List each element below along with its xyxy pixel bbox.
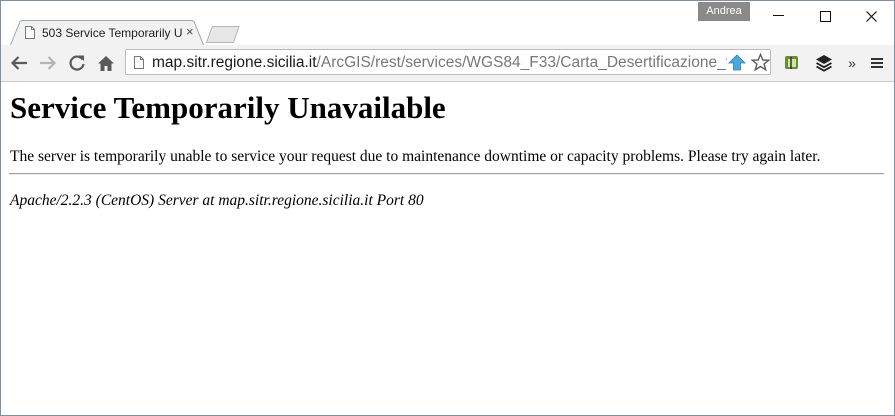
page-content: Service Temporarily Unavailable The serv… (1, 82, 894, 415)
server-signature: Apache/2.2.3 (CentOS) Server at map.sitr… (10, 192, 424, 209)
browser-window: 503 Service Temporarily U × Andrea map.s… (0, 0, 895, 416)
page-heading: Service Temporarily Unavailable (10, 90, 446, 125)
upload-arrow-icon[interactable] (728, 54, 746, 71)
reload-icon (69, 55, 85, 71)
home-icon (98, 55, 114, 71)
back-arrow-icon (10, 56, 27, 70)
page-icon (134, 56, 144, 69)
close-icon (865, 10, 877, 22)
profile-button[interactable]: Andrea (698, 2, 750, 21)
maximize-icon (819, 10, 831, 22)
url-path: /ArcGIS/rest/services/WGS84_F33/Carta_De… (316, 54, 727, 71)
minimize-icon (772, 15, 784, 16)
tab-close-button[interactable]: × (186, 24, 194, 39)
error-message: The server is temporarily unable to serv… (10, 148, 821, 165)
layers-icon (816, 55, 832, 72)
page-icon (25, 26, 35, 39)
home-button[interactable] (96, 53, 116, 73)
menu-icon (871, 58, 883, 68)
forward-arrow-icon (40, 56, 57, 70)
minimize-button[interactable] (758, 5, 798, 27)
chrome-menu-button[interactable] (867, 53, 887, 73)
new-tab-button[interactable] (206, 26, 240, 43)
back-button[interactable] (9, 53, 29, 73)
url-host: map.sitr.regione.sicilia.it (152, 54, 317, 71)
star-icon[interactable] (751, 53, 770, 72)
url-text[interactable]: map.sitr.regione.sicilia.it/ArcGIS/rest/… (152, 54, 727, 72)
close-window-button[interactable] (851, 5, 891, 27)
extensions-overflow-button[interactable]: » (842, 53, 862, 73)
tab-title: 503 Service Temporarily U (42, 26, 182, 40)
maximize-button[interactable] (805, 5, 845, 27)
reload-button[interactable] (67, 53, 87, 73)
extension-icon (785, 56, 798, 69)
title-bar: 503 Service Temporarily U × Andrea (1, 1, 894, 45)
address-bar[interactable]: map.sitr.regione.sicilia.it/ArcGIS/rest/… (125, 49, 771, 75)
browser-toolbar: map.sitr.regione.sicilia.it/ArcGIS/rest/… (1, 45, 894, 82)
tab-active[interactable]: 503 Service Temporarily U × (10, 20, 204, 45)
layers-button[interactable] (814, 53, 834, 73)
extension-button[interactable] (782, 53, 802, 73)
divider (9, 173, 884, 175)
forward-button[interactable] (38, 53, 58, 73)
